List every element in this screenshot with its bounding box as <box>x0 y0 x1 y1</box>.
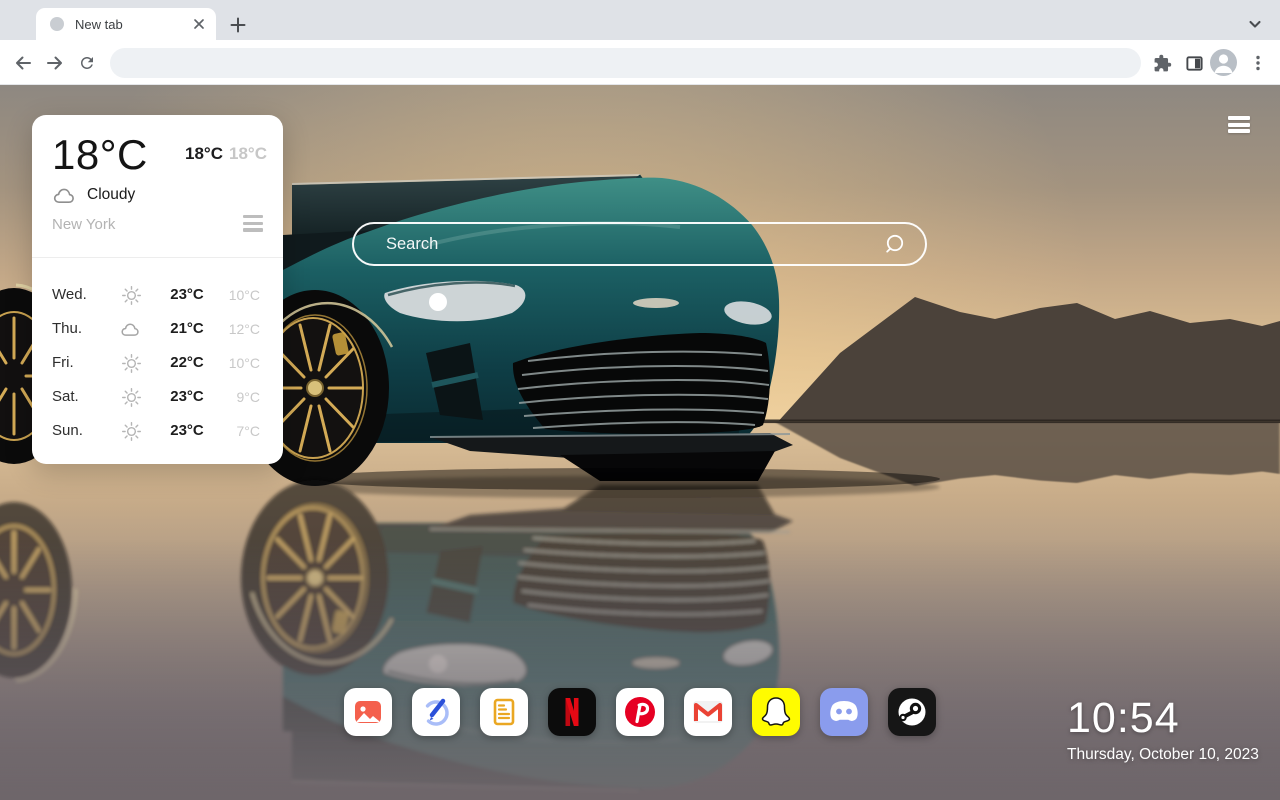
netflix-icon <box>565 698 579 726</box>
forecast-list: Wed. 23°C 10°C Thu. 21°C 12°C Fri. 22°C … <box>32 278 283 448</box>
snapchat-icon <box>761 697 791 726</box>
dock-icon-netflix[interactable] <box>548 688 596 736</box>
clock-widget: 10:54 Thursday, October 10, 2023 <box>1067 695 1259 764</box>
address-bar[interactable] <box>110 48 1141 78</box>
dock-icon-notes[interactable] <box>480 688 528 736</box>
editor-icon <box>423 698 449 726</box>
browser-tab[interactable]: New tab <box>36 8 216 40</box>
search-bar[interactable] <box>352 222 927 266</box>
divider <box>32 257 283 258</box>
browser-window: New tab 18°C 18°C 18°C Cloudy New York W… <box>0 0 1280 800</box>
current-temperature: 18°C <box>52 131 148 178</box>
notes-icon <box>493 698 515 726</box>
tab-title: New tab <box>75 16 123 32</box>
sun-icon <box>119 386 143 408</box>
reload-button[interactable] <box>74 50 100 76</box>
forward-button[interactable] <box>42 50 68 76</box>
back-button[interactable] <box>10 50 36 76</box>
forecast-row: Sat. 23°C 9°C <box>32 380 283 414</box>
tab-close-icon[interactable] <box>190 15 208 33</box>
forecast-row: Sun. 23°C 7°C <box>32 414 283 448</box>
new-tab-page: 18°C 18°C 18°C Cloudy New York Wed. 23°C… <box>0 85 1280 800</box>
dock-icon-discord[interactable] <box>820 688 868 736</box>
sun-icon <box>119 420 143 442</box>
today-low-temp: 18°C <box>229 144 267 163</box>
browser-toolbar <box>0 40 1280 85</box>
dock-icon-wallpaper[interactable] <box>344 688 392 736</box>
dock-icon-pinterest[interactable] <box>616 688 664 736</box>
sun-icon <box>119 284 143 306</box>
clock-date: Thursday, October 10, 2023 <box>1067 746 1259 763</box>
discord-icon <box>830 701 858 721</box>
tab-favicon-icon <box>50 17 64 31</box>
tab-strip: New tab <box>0 0 1280 40</box>
forecast-row: Wed. 23°C 10°C <box>32 278 283 312</box>
cloud-icon <box>53 188 74 204</box>
profile-avatar[interactable] <box>1210 49 1237 76</box>
weather-widget: 18°C 18°C 18°C Cloudy New York Wed. 23°C… <box>32 115 283 464</box>
cloud-icon <box>119 318 143 340</box>
search-icon[interactable] <box>883 233 905 255</box>
browser-menu-kebab-icon[interactable] <box>1245 50 1271 76</box>
weather-city: New York <box>52 216 116 233</box>
weather-condition: Cloudy <box>87 186 136 203</box>
weather-menu-icon[interactable] <box>243 215 263 235</box>
tab-search-chevron-icon[interactable] <box>1246 15 1264 33</box>
today-high-temp: 18°C <box>185 144 223 163</box>
dock-icon-snapchat[interactable] <box>752 688 800 736</box>
dock-icon-steam[interactable] <box>888 688 936 736</box>
steam-icon <box>898 698 926 726</box>
extensions-icon[interactable] <box>1149 50 1175 76</box>
dock-icon-editor[interactable] <box>412 688 460 736</box>
page-menu-icon[interactable] <box>1228 116 1250 136</box>
side-panel-icon[interactable] <box>1181 50 1207 76</box>
forecast-row: Thu. 21°C 12°C <box>32 312 283 346</box>
address-input[interactable] <box>124 54 1127 72</box>
search-input[interactable] <box>384 233 883 255</box>
dock-icon-gmail[interactable] <box>684 688 732 736</box>
shortcut-dock <box>344 688 936 736</box>
forecast-row: Fri. 22°C 10°C <box>32 346 283 380</box>
wallpaper-icon <box>355 701 381 723</box>
clock-time: 10:54 <box>1067 694 1180 742</box>
sun-icon <box>119 352 143 374</box>
pinterest-icon <box>625 697 655 727</box>
gmail-icon <box>693 701 723 723</box>
new-tab-button[interactable] <box>228 15 248 35</box>
